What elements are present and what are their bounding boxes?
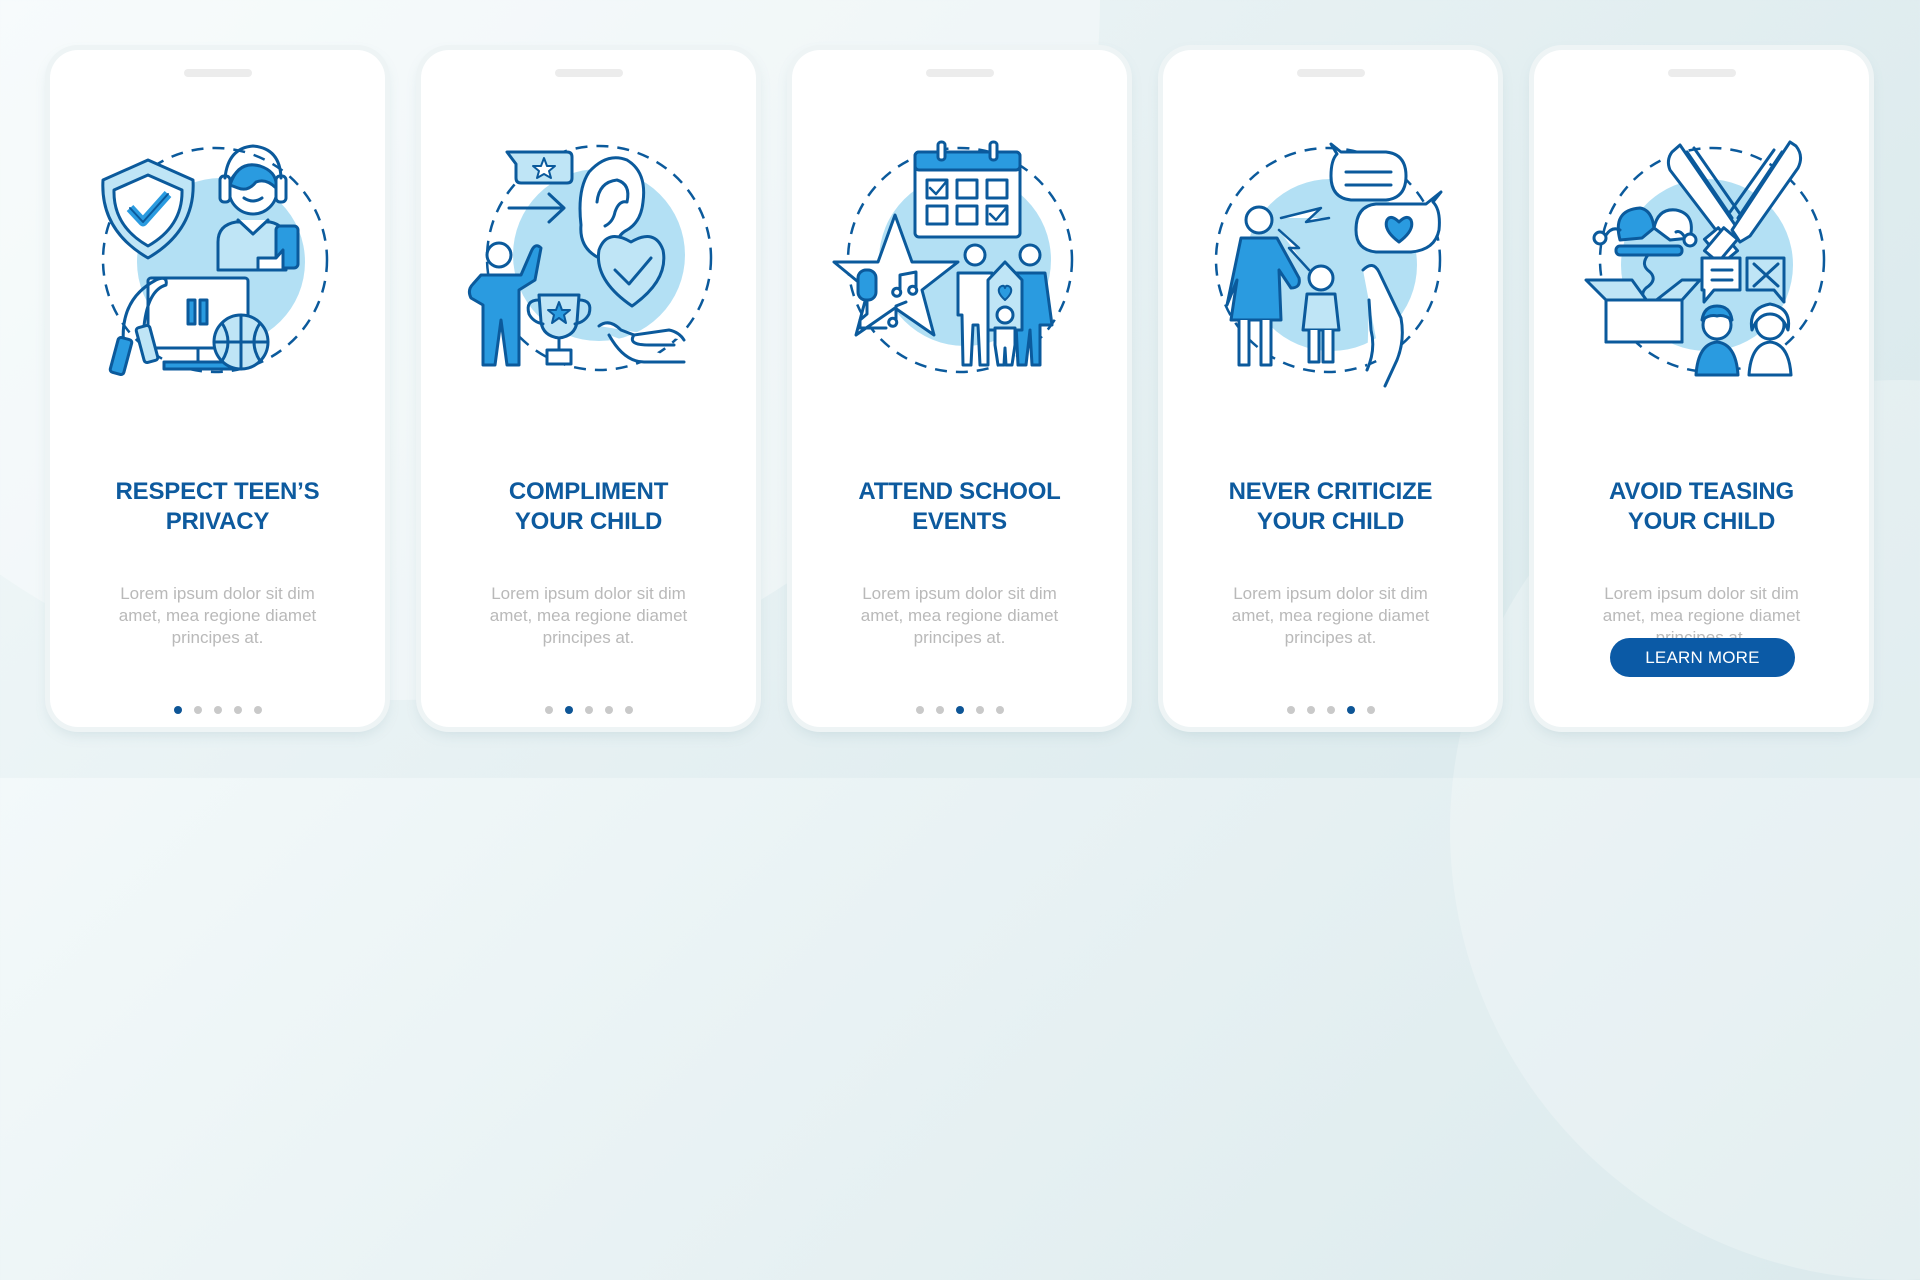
description-line: Lorem ipsum dolor sit dim [862, 584, 1057, 603]
screen-description: Lorem ipsum dolor sit dim amet, mea regi… [837, 583, 1082, 649]
phone-notch [1667, 69, 1736, 77]
description-line: principes at. [1284, 628, 1377, 647]
page-dot-1[interactable] [915, 706, 924, 714]
page-dot-2[interactable] [1306, 706, 1315, 714]
title-line: YOUR CHILD [1627, 508, 1776, 535]
pagination-dots [544, 706, 633, 714]
description-line: principes at. [913, 628, 1006, 647]
description-line: principes at. [542, 628, 635, 647]
page-dot-1[interactable] [544, 706, 553, 714]
description-line: Lorem ipsum dolor sit dim [1604, 584, 1799, 603]
description-line: amet, mea regione diamet [1231, 606, 1430, 625]
page-dot-5[interactable] [253, 706, 262, 714]
onboarding-screen-2: COMPLIMENT YOUR CHILD Lorem ipsum dolor … [421, 50, 756, 727]
learn-more-button[interactable]: LEARN MORE [1610, 638, 1795, 677]
page-dot-4-active[interactable] [1346, 706, 1355, 714]
onboarding-screen-5: AVOID TEASING YOUR CHILD Lorem ipsum dol… [1534, 50, 1869, 727]
pagination-dots [173, 706, 262, 714]
page-dot-2[interactable] [935, 706, 944, 714]
page-dot-5[interactable] [1366, 706, 1375, 714]
description-line: amet, mea regione diamet [118, 606, 317, 625]
page-dot-5[interactable] [995, 706, 1004, 714]
page-dot-3[interactable] [1326, 706, 1335, 714]
page-dot-3[interactable] [213, 706, 222, 714]
title-line: PRIVACY [165, 508, 270, 535]
page-dot-2[interactable] [193, 706, 202, 714]
page-dot-3-active[interactable] [955, 706, 964, 714]
teen-privacy-illustration [100, 144, 328, 377]
phone-notch [1296, 69, 1365, 77]
title-line: COMPLIMENT [508, 478, 669, 505]
description-line: Lorem ipsum dolor sit dim [1233, 584, 1428, 603]
phone-notch [925, 69, 994, 77]
screen-description: Lorem ipsum dolor sit dim amet, mea regi… [1208, 583, 1453, 649]
screen-title: ATTEND SCHOOL EVENTS [812, 477, 1107, 537]
pagination-dots [1286, 706, 1375, 714]
title-line: NEVER CRITICIZE [1228, 478, 1433, 505]
page-dot-3[interactable] [584, 706, 593, 714]
title-line: RESPECT TEEN’S [115, 478, 320, 505]
onboarding-screen-1: RESPECT TEEN’S PRIVACY Lorem ipsum dolor… [50, 50, 385, 727]
description-line: amet, mea regione diamet [1602, 606, 1801, 625]
title-line: YOUR CHILD [514, 508, 663, 535]
never-criticize-illustration [1214, 142, 1442, 388]
title-line: YOUR CHILD [1256, 508, 1405, 535]
phone-notch [183, 69, 252, 77]
page-dot-4[interactable] [233, 706, 242, 714]
description-line: principes at. [171, 628, 264, 647]
screen-title: COMPLIMENT YOUR CHILD [441, 477, 736, 537]
description-line: amet, mea regione diamet [860, 606, 1059, 625]
page-dot-4[interactable] [975, 706, 984, 714]
title-line: EVENTS [912, 508, 1007, 535]
onboarding-screen-3: ATTEND SCHOOL EVENTS Lorem ipsum dolor s… [792, 50, 1127, 727]
onboarding-screen-4: NEVER CRITICIZE YOUR CHILD Lorem ipsum d… [1163, 50, 1498, 727]
screen-description: Lorem ipsum dolor sit dim amet, mea regi… [466, 583, 711, 649]
screen-title: NEVER CRITICIZE YOUR CHILD [1183, 477, 1478, 537]
avoid-teasing-illustration [1584, 140, 1825, 377]
screen-description: Lorem ipsum dolor sit dim amet, mea regi… [95, 583, 340, 649]
phone-notch [554, 69, 623, 77]
title-line: ATTEND SCHOOL [858, 478, 1061, 505]
screen-title: RESPECT TEEN’S PRIVACY [70, 477, 365, 537]
title-line: AVOID TEASING [1609, 478, 1794, 505]
description-line: Lorem ipsum dolor sit dim [491, 584, 686, 603]
pagination-dots [915, 706, 1004, 714]
page-dot-5[interactable] [624, 706, 633, 714]
page-dot-2-active[interactable] [564, 706, 573, 714]
compliment-child-illustration [467, 144, 712, 372]
page-dot-1[interactable] [1286, 706, 1295, 714]
page-dot-4[interactable] [604, 706, 613, 714]
screen-title: AVOID TEASING YOUR CHILD [1554, 477, 1849, 537]
school-events-illustration [832, 140, 1073, 374]
description-line: amet, mea regione diamet [489, 606, 688, 625]
page-dot-1-active[interactable] [173, 706, 182, 714]
description-line: Lorem ipsum dolor sit dim [120, 584, 315, 603]
